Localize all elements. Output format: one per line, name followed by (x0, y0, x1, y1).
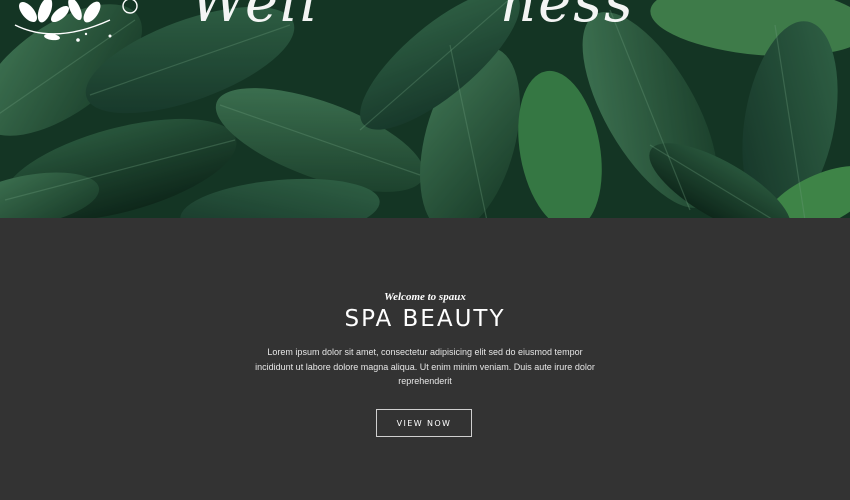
logo-text-left: Well (190, 0, 320, 35)
hero-banner: Well ness (0, 0, 850, 218)
intro-description: Lorem ipsum dolor sit amet, consectetur … (255, 347, 595, 386)
logo-text-right: ness (500, 0, 635, 35)
floral-logo-icon (14, 0, 138, 42)
welcome-tagline: Welcome to spaux (384, 291, 466, 303)
intro-section: Welcome to spaux SPA BEAUTY Lorem ipsum … (0, 218, 850, 500)
page-title: SPA BEAUTY (344, 306, 506, 332)
view-now-button[interactable]: VIEW NOW (376, 409, 472, 437)
